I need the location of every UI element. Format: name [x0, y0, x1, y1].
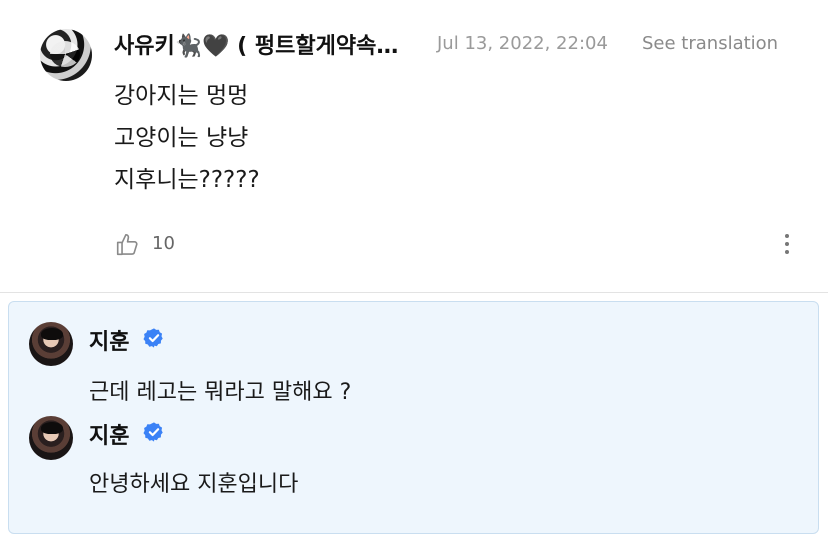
comment-post: 사유키🐈‍⬛🖤 ( 펑트할게약속해요 ) Jul 13, 2022, 22:04… — [0, 0, 828, 293]
reply-author-name[interactable]: 지훈 — [89, 418, 129, 450]
post-line: 고양이는 냥냥 — [114, 125, 249, 151]
like-count: 10 — [152, 233, 175, 254]
verified-badge-icon — [143, 422, 163, 442]
reply-avatar[interactable] — [29, 416, 73, 460]
reply-author-name[interactable]: 지훈 — [89, 324, 129, 356]
reply-text: 안녕하세요 지훈입니다 — [89, 472, 299, 497]
author-avatar[interactable] — [40, 29, 92, 81]
reply-thread: 지훈 근데 레고는 뭐라고 말해요 ? 지훈 안녕하세요 지훈입니다 — [8, 301, 819, 534]
like-icon[interactable] — [115, 231, 141, 257]
post-timestamp: Jul 13, 2022, 22:04 — [437, 33, 608, 54]
reply-avatar[interactable] — [29, 322, 73, 366]
post-line: 강아지는 멍멍 — [114, 83, 249, 109]
verified-badge-icon — [143, 328, 163, 348]
see-translation-link[interactable]: See translation — [642, 33, 778, 54]
reply-text: 근데 레고는 뭐라고 말해요 ? — [89, 380, 352, 405]
divider — [0, 292, 828, 293]
post-body: 강아지는 멍멍 고양이는 냥냥 지후니는????? — [114, 75, 260, 201]
author-name[interactable]: 사유키🐈‍⬛🖤 ( 펑트할게약속해요 ) — [114, 28, 414, 60]
post-line: 지후니는????? — [114, 167, 260, 193]
more-options-icon[interactable] — [784, 234, 790, 258]
